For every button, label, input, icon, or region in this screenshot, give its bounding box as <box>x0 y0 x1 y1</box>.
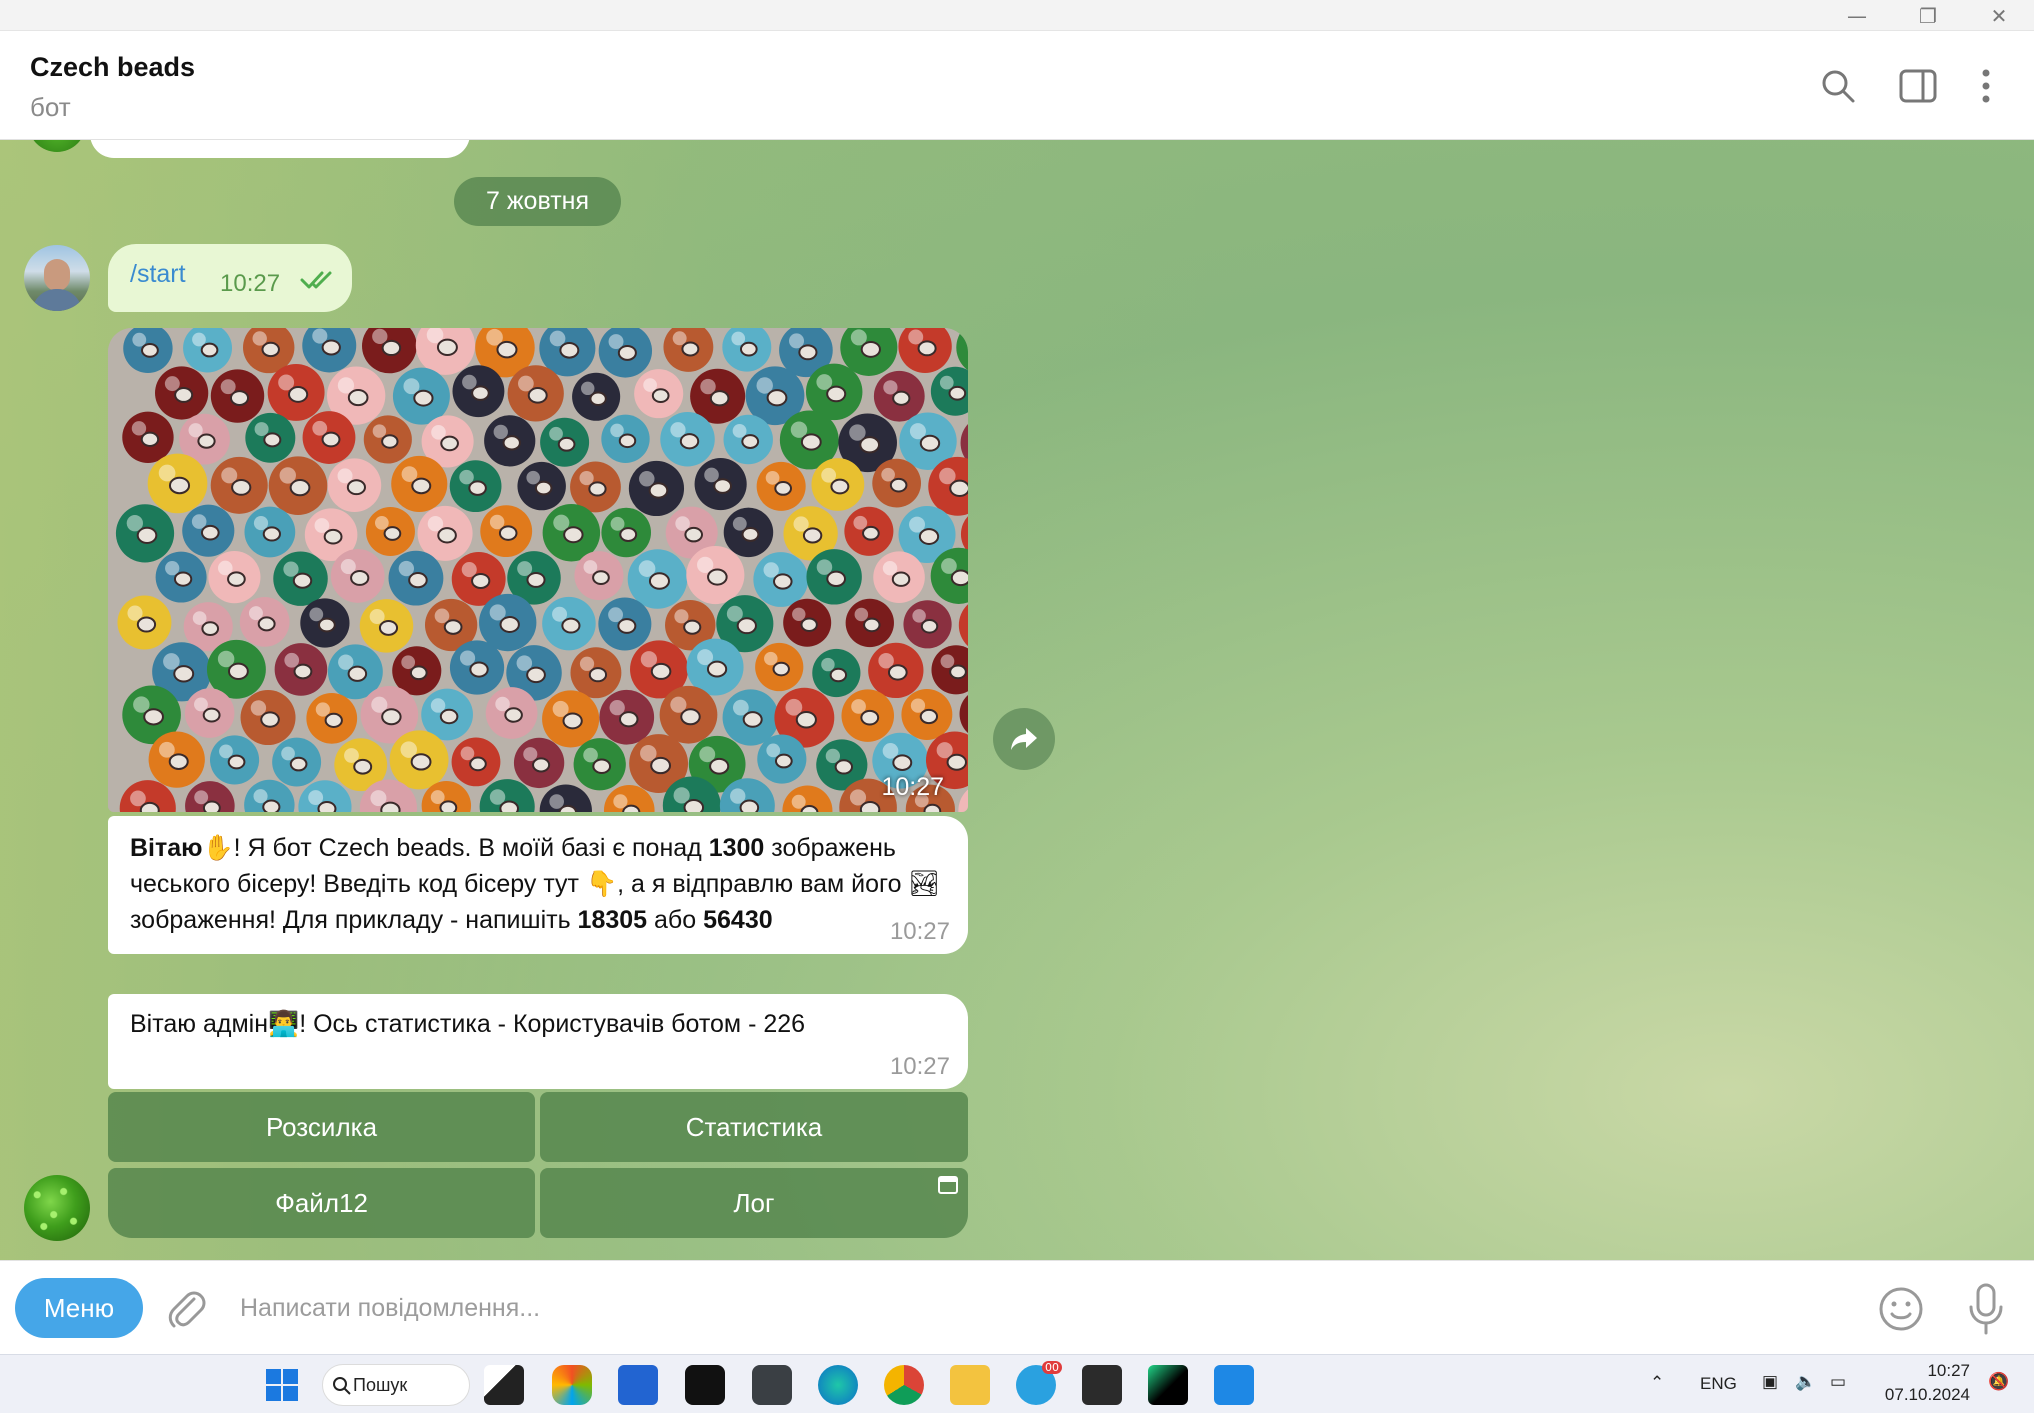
more-menu-button[interactable] <box>1962 62 2010 110</box>
telegram-app[interactable]: 00 <box>1016 1361 1062 1405</box>
previous-message-bubble <box>90 140 470 158</box>
emoji: 🏞 <box>908 870 941 898</box>
date-separator: 7 жовтня <box>454 177 621 226</box>
avatar-head <box>44 259 70 291</box>
outgoing-message[interactable]: /start 10:27 <box>108 244 352 312</box>
paperclip-icon <box>168 1291 206 1328</box>
start-button[interactable] <box>262 1365 302 1405</box>
keyboard-button-log-label: Лог <box>733 1187 775 1218</box>
taskbar-clock-time[interactable]: 10:27 <box>1890 1361 1970 1381</box>
chat-history[interactable]: 7 жовтня /start 10:27 10:27 Вітаю✋! Я бо… <box>0 140 2034 1260</box>
beads-photo[interactable]: 10:27 <box>108 328 968 812</box>
emoji: ✋ <box>202 834 234 862</box>
share-arrow-icon <box>1011 728 1037 750</box>
close-icon: ✕ <box>1990 3 2008 28</box>
microphone-icon <box>1969 1283 2003 1335</box>
windows-logo-icon <box>266 1369 298 1401</box>
start-command-link[interactable]: /start <box>130 260 186 289</box>
keyboard-button-file12[interactable]: Файл12 <box>108 1168 535 1238</box>
minimize-icon: — <box>1847 3 1867 28</box>
message-time: 10:27 <box>220 270 281 297</box>
more-vertical-icon <box>1982 69 1990 103</box>
chat-subtitle: бот <box>30 92 71 122</box>
file-explorer-app[interactable] <box>950 1365 990 1405</box>
edge-browser-app[interactable] <box>818 1365 858 1405</box>
emoji: 👇 <box>585 870 618 898</box>
taskbar-clock-date[interactable]: 07.10.2024 <box>1860 1385 1970 1405</box>
forward-button[interactable] <box>993 708 1055 770</box>
task-view-button[interactable] <box>484 1365 524 1405</box>
bold-text: 18305 <box>577 906 648 934</box>
terminal-app[interactable] <box>1082 1365 1122 1405</box>
message-time: 10:27 <box>889 918 950 945</box>
battery-icon[interactable]: ▭ <box>1830 1372 1846 1392</box>
message-composer: Меню <box>0 1260 2034 1354</box>
store-app[interactable] <box>618 1365 658 1405</box>
restore-icon: ❐ <box>1919 3 1937 28</box>
welcome-text: Вітаю✋! Я бот Czech beads. В моїй базі є… <box>130 830 950 938</box>
taskbar-search[interactable]: Пошук <box>322 1364 470 1406</box>
stats-text-after: ! Ось статистика - Користувачів ботом - … <box>299 1010 806 1038</box>
minimize-button[interactable]: — <box>1822 0 1892 31</box>
search-button[interactable] <box>1814 62 1862 110</box>
input-language[interactable]: ENG <box>1700 1374 1737 1394</box>
notifications-icon[interactable]: 🔕 <box>1988 1372 2009 1392</box>
bold-text: Вітаю <box>130 834 203 862</box>
bold-text: 56430 <box>703 906 773 934</box>
photo-time: 10:27 <box>881 773 944 801</box>
user-avatar[interactable] <box>24 245 90 311</box>
text: зображення! Для прикладу - напишіть <box>130 906 578 934</box>
maximize-button[interactable]: ❐ <box>1893 0 1963 31</box>
bold-text: 1300 <box>708 834 765 862</box>
vscode-app[interactable] <box>1214 1365 1254 1405</box>
chrome-browser-app[interactable] <box>884 1365 924 1405</box>
keyboard-button-log[interactable]: Лог <box>540 1168 968 1238</box>
text: , а я відправлю вам його <box>617 870 909 898</box>
windows-taskbar: Пошук 00 ⌃ ENG ▣ 🔈 ▭ 10:27 07.10.2024 🔕 <box>0 1354 2034 1413</box>
stats-text-before: Вітаю адмін <box>130 1010 269 1038</box>
keyboard-button-broadcast[interactable]: Розсилка <box>108 1092 535 1162</box>
chat-title: Czech beads <box>30 52 196 82</box>
bot-menu-button[interactable]: Меню <box>15 1278 143 1338</box>
keyboard-button-statistics[interactable]: Статистика <box>540 1092 968 1162</box>
search-icon <box>333 1377 351 1395</box>
beads-image <box>108 328 968 812</box>
window-titlebar: — ❐ ✕ <box>0 0 2034 31</box>
message-time: 10:27 <box>889 1053 950 1080</box>
unity-app[interactable] <box>752 1365 792 1405</box>
telegram-unread-badge: 00 <box>1042 1361 1062 1374</box>
sidebar-icon <box>1899 69 1937 103</box>
web-app-icon <box>938 1176 958 1194</box>
bot-avatar[interactable] <box>24 1175 90 1241</box>
search-icon <box>1822 70 1855 103</box>
chat-header[interactable]: Czech beads бот <box>0 32 2034 140</box>
text: ! Я бот Czech beads. В моїй базі є понад <box>233 834 709 862</box>
github-app[interactable] <box>685 1365 725 1405</box>
sidebar-toggle-button[interactable] <box>1894 62 1942 110</box>
voice-record-button[interactable] <box>1960 1279 2012 1337</box>
tray-chevron-up-icon[interactable]: ⌃ <box>1650 1373 1664 1393</box>
attach-button[interactable] <box>160 1283 212 1335</box>
smiley-icon <box>1879 1287 1923 1331</box>
double-check-icon <box>300 271 332 289</box>
pycharm-app[interactable] <box>1148 1365 1188 1405</box>
stats-text: Вітаю адмін👨‍💻! Ось статистика - Користу… <box>130 1010 805 1039</box>
close-button[interactable]: ✕ <box>1964 0 2034 31</box>
copilot-app[interactable] <box>552 1365 592 1405</box>
network-icon[interactable]: ▣ <box>1762 1372 1778 1392</box>
message-input[interactable] <box>240 1281 1840 1335</box>
volume-icon[interactable]: 🔈 <box>1795 1372 1816 1392</box>
bot-avatar-previous <box>28 140 86 152</box>
bot-welcome-message[interactable]: Вітаю✋! Я бот Czech beads. В моїй базі є… <box>108 816 968 954</box>
taskbar-search-label: Пошук <box>353 1374 408 1395</box>
avatar-body <box>32 289 82 311</box>
technologist-emoji: 👨‍💻 <box>268 1010 300 1038</box>
emoji-button[interactable] <box>1875 1283 1927 1335</box>
text: або <box>647 906 704 934</box>
bot-stats-message[interactable]: Вітаю адмін👨‍💻! Ось статистика - Користу… <box>108 994 968 1089</box>
